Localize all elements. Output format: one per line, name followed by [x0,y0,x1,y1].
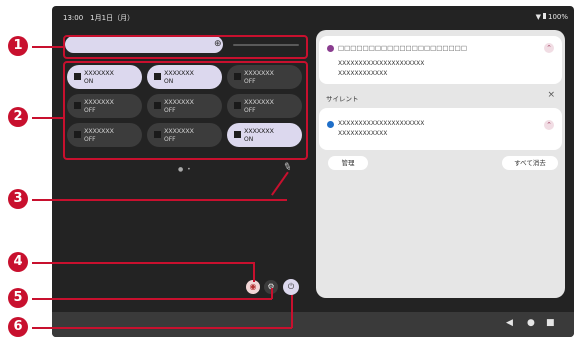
close-icon[interactable]: × [547,90,555,100]
notification-title: □□□□□□□□□□□□□□□□□□□□□ [338,44,467,52]
callout-line-3 [32,199,287,201]
callout-line-1 [32,46,63,48]
power-icon[interactable]: ⏻ [283,279,299,295]
notification-card-silent[interactable]: XXXXXXXXXXXXXXXXXXXXX XXXXXXXXXXXX ⌃ [319,108,562,150]
callout-box-1 [63,35,308,59]
app-icon [327,45,334,52]
status-battery: ▼ 100% [536,13,568,21]
notification-pane: □□□□□□□□□□□□□□□□□□□□□ ⌃ XXXXXXXXXXXXXXXX… [316,30,565,298]
callout-box-2 [63,61,308,160]
app-icon [327,121,334,128]
back-icon[interactable]: ◀ [506,318,513,328]
navigation-bar: ◀ ● ■ [52,312,574,337]
callout-3: 3 [8,189,28,209]
clear-all-button[interactable]: すべて消去 [502,156,558,170]
callout-1: 1 [8,36,28,56]
battery-percent: 100% [547,13,568,21]
notification-text: XXXXXXXXXXXXXXXXXXXXX [338,60,425,67]
user-icon[interactable]: ◉ [246,280,260,294]
silent-section-header: サイレント [326,95,359,103]
expand-chevron-icon[interactable]: ⌃ [544,43,554,53]
recents-icon[interactable]: ■ [546,318,555,328]
notification-subtext: XXXXXXXXXXXX [338,130,388,137]
callout-line-5b [271,288,273,299]
notification-subtext: XXXXXXXXXXXX [338,70,388,77]
callout-2: 2 [8,107,28,127]
notification-text: XXXXXXXXXXXXXXXXXXXXX [338,120,425,127]
status-time-date: 13:00 1月1日（月） [63,14,135,22]
callout-line-6 [32,327,292,329]
callout-line-4b [253,262,255,282]
callout-line-2 [32,117,63,119]
page-indicator: ● • [178,166,192,173]
notification-card[interactable]: □□□□□□□□□□□□□□□□□□□□□ ⌃ XXXXXXXXXXXXXXXX… [319,36,562,84]
callout-5: 5 [8,288,28,308]
callout-line-5 [32,298,272,300]
callout-line-6b [291,295,293,328]
callout-line-4 [32,262,254,264]
home-icon[interactable]: ● [527,318,535,328]
callout-6: 6 [8,317,28,337]
wifi-icon: ▼ [535,13,541,21]
expand-chevron-icon[interactable]: ⌃ [544,120,554,130]
manage-button[interactable]: 管理 [328,156,368,170]
battery-icon [542,13,546,19]
callout-4: 4 [8,252,28,272]
